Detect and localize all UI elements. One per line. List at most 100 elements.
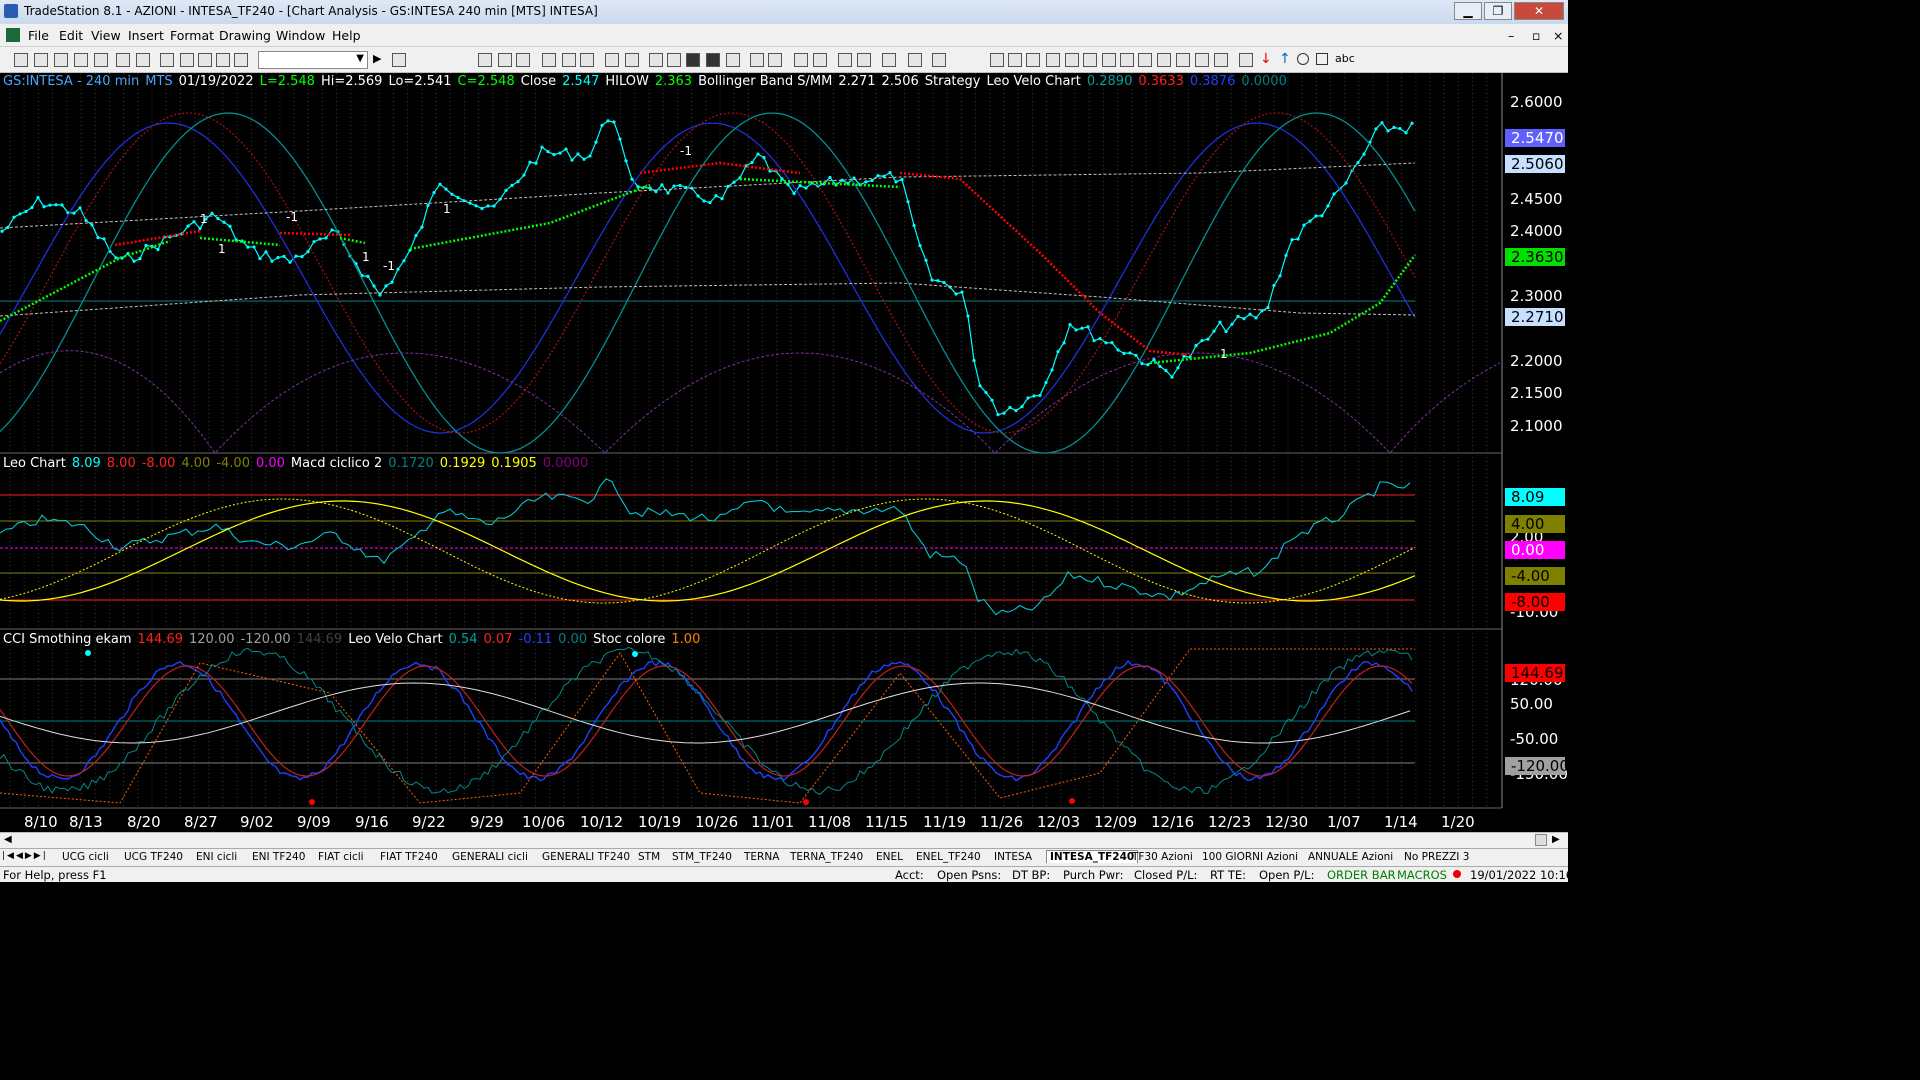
cycle-icon[interactable]	[1120, 53, 1134, 67]
window2-icon[interactable]	[180, 53, 194, 67]
pencil-icon[interactable]	[1176, 53, 1190, 67]
horizontal-line-icon[interactable]	[1026, 53, 1040, 67]
zoom-in-icon[interactable]	[794, 53, 808, 67]
andrews-icon[interactable]	[1138, 53, 1152, 67]
insert2-icon[interactable]	[932, 53, 946, 67]
workspace-tab[interactable]: TF30 Azioni	[1132, 851, 1193, 863]
arrow-up-icon[interactable]: ↑	[1279, 51, 1291, 67]
new-icon[interactable]	[14, 53, 28, 67]
workspace-tab[interactable]: UCG cicli	[62, 851, 109, 863]
menu-edit[interactable]: Edit	[59, 28, 83, 43]
format3-icon[interactable]	[516, 53, 530, 67]
insert-icon[interactable]	[908, 53, 922, 67]
tab-nav-icons[interactable]: |◀◀▶▶|	[2, 851, 48, 861]
workspace-tab[interactable]: UCG TF240	[124, 851, 183, 863]
print-preview-icon[interactable]	[136, 53, 150, 67]
format-icon[interactable]	[478, 53, 492, 67]
copy-icon[interactable]	[74, 53, 88, 67]
workspace-tab[interactable]: TERNA_TF240	[790, 851, 863, 863]
compress-icon[interactable]	[768, 53, 782, 67]
workspace-tab[interactable]: INTESA_TF240	[1046, 850, 1139, 863]
scroll-left-icon[interactable]: ◀	[4, 834, 12, 845]
order-bar-button[interactable]: ORDER BAR	[1327, 868, 1396, 882]
rectangle-icon[interactable]	[1316, 53, 1328, 65]
cursor-icon[interactable]	[838, 53, 852, 67]
macros-button[interactable]: MACROS	[1397, 868, 1447, 882]
spacing-icon[interactable]	[726, 53, 740, 67]
horizontal-scrollbar[interactable]: ◀ ▶	[0, 832, 1568, 848]
print-icon[interactable]	[116, 53, 130, 67]
indicator-icon[interactable]	[542, 53, 556, 67]
chart-style-icon[interactable]	[686, 53, 700, 67]
vertical-line-icon[interactable]	[1008, 53, 1022, 67]
workspace-tab[interactable]: FIAT TF240	[380, 851, 438, 863]
child-restore-button[interactable]: ▫	[1532, 28, 1540, 43]
refresh-icon[interactable]	[580, 53, 594, 67]
scroll-right-icon[interactable]: ▶	[1552, 834, 1560, 845]
gann-icon[interactable]	[1102, 53, 1116, 67]
bar-icon[interactable]	[649, 53, 663, 67]
workspace-tab[interactable]: INTESA	[994, 851, 1032, 863]
ellipse-icon[interactable]	[1297, 53, 1309, 65]
workspace-tab[interactable]: STM_TF240	[672, 851, 732, 863]
workspace-tab[interactable]: TERNA	[744, 851, 779, 863]
menu-window[interactable]: Window	[276, 28, 325, 43]
chart-style2-icon[interactable]	[706, 53, 720, 67]
fib-icon[interactable]	[1065, 53, 1079, 67]
speed-icon[interactable]	[1214, 53, 1228, 67]
channel-icon[interactable]	[1046, 53, 1060, 67]
scroll-thumb[interactable]	[1535, 834, 1547, 846]
workspace-tab[interactable]: ENEL_TF240	[916, 851, 981, 863]
data2-icon[interactable]	[625, 53, 639, 67]
save-icon[interactable]	[54, 53, 68, 67]
data-icon[interactable]	[605, 53, 619, 67]
menu-format[interactable]: Format	[170, 28, 214, 43]
workspace-tab[interactable]: No PREZZI 3	[1404, 851, 1469, 863]
price-dot	[648, 186, 652, 190]
format2-icon[interactable]	[498, 53, 512, 67]
window-icon[interactable]	[160, 53, 174, 67]
chevron-right-icon[interactable]: ▶	[373, 52, 381, 65]
chart-area[interactable]: 1 -1 1 -1 1 -1 1 1 GS:INTESA - 240 min MTS 01/19/…	[0, 73, 1569, 835]
menu-drawing[interactable]: Drawing	[219, 28, 271, 43]
arc-icon[interactable]	[1195, 53, 1209, 67]
workspace-tab[interactable]: FIAT cicli	[318, 851, 364, 863]
maximize-button[interactable]: ❐	[1484, 2, 1512, 20]
menu-help[interactable]: Help	[332, 28, 361, 43]
workspace-tab[interactable]: ANNUALE Azioni	[1308, 851, 1393, 863]
open-icon[interactable]	[34, 53, 48, 67]
child-minimize-button[interactable]: –	[1508, 28, 1514, 43]
workspace-tab[interactable]: ENI TF240	[252, 851, 305, 863]
zoom-out-icon[interactable]	[813, 53, 827, 67]
arrow-down-icon[interactable]: ↓	[1260, 51, 1272, 67]
menu-view[interactable]: View	[91, 28, 121, 43]
child-close-button[interactable]: ×	[1553, 28, 1563, 43]
color-icon[interactable]	[234, 53, 248, 67]
strategy-icon[interactable]	[562, 53, 576, 67]
workspace-tab[interactable]: GENERALI TF240	[542, 851, 630, 863]
candle-icon[interactable]	[667, 53, 681, 67]
workspace-tab[interactable]: ENI cicli	[196, 851, 237, 863]
workspace-tab[interactable]: ENEL	[876, 851, 903, 863]
close-button[interactable]: ✕	[1514, 2, 1564, 20]
minimize-button[interactable]: ▁	[1454, 2, 1482, 20]
workspace-tab[interactable]: 100 GIORNI Azioni	[1202, 851, 1298, 863]
find-icon[interactable]	[392, 53, 406, 67]
cursor2-icon[interactable]	[857, 53, 871, 67]
lock-icon[interactable]	[198, 53, 212, 67]
symbol-dropdown[interactable]: ▼	[258, 51, 368, 69]
workspace-tab[interactable]: STM	[638, 851, 660, 863]
paste-icon[interactable]	[94, 53, 108, 67]
trendline-icon[interactable]	[990, 53, 1004, 67]
curve-icon[interactable]	[1239, 53, 1253, 67]
draw-icon[interactable]	[216, 53, 230, 67]
menu-insert[interactable]: Insert	[128, 28, 164, 43]
workspace-tab[interactable]: GENERALI cicli	[452, 851, 528, 863]
menu-file[interactable]: File	[28, 28, 49, 43]
fib2-icon[interactable]	[1083, 53, 1097, 67]
expand-icon[interactable]	[750, 53, 764, 67]
chart-canvas[interactable]: 1 -1 1 -1 1 -1 1 1	[0, 73, 1568, 835]
tools-icon[interactable]	[882, 53, 896, 67]
arrow-lr-icon[interactable]	[1157, 53, 1171, 67]
abc-text-icon[interactable]: abc	[1335, 52, 1355, 65]
